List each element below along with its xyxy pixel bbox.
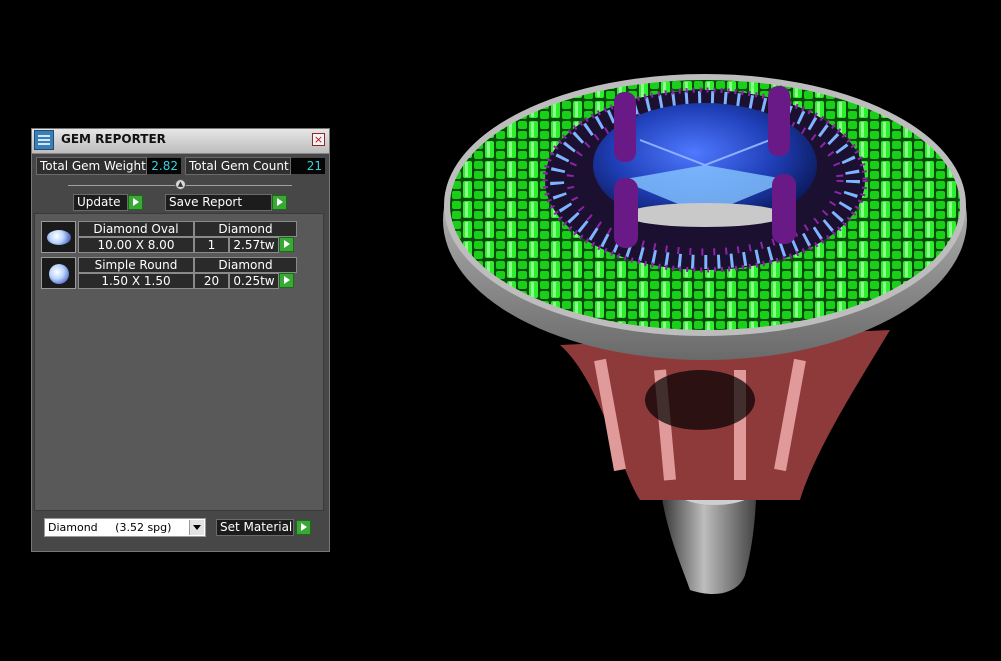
- set-material-button-label: Set Material: [220, 520, 293, 534]
- green-arrow-icon[interactable]: [128, 195, 143, 210]
- oval-gem-thumbnail: [41, 221, 76, 253]
- material-density: (3.52 spg): [115, 521, 172, 534]
- gem-reporter-panel: GEM REPORTER × Total Gem Weight 2.82 Tot…: [31, 128, 330, 552]
- total-gem-count-label: Total Gem Count: [185, 157, 291, 175]
- gem-list[interactable]: Diamond Oval Diamond 10.00 X 8.00 1 2.57…: [34, 213, 324, 511]
- 3d-viewport[interactable]: [340, 0, 1001, 661]
- gem-shape: Simple Round: [78, 257, 194, 273]
- material-dropdown[interactable]: Diamond (3.52 spg): [44, 518, 206, 537]
- green-arrow-icon[interactable]: [279, 273, 294, 288]
- gem-weight: 0.25tw: [229, 273, 279, 289]
- gem-size: 10.00 X 8.00: [78, 237, 194, 253]
- gem-row[interactable]: Diamond Oval Diamond 10.00 X 8.00 1 2.57…: [41, 221, 299, 254]
- green-arrow-icon[interactable]: [272, 195, 287, 210]
- slider-knob[interactable]: ▲: [175, 179, 186, 190]
- material-name: Diamond: [48, 521, 98, 534]
- gem-row[interactable]: Simple Round Diamond 1.50 X 1.50 20 0.25…: [41, 257, 299, 290]
- dropdown-arrow-icon[interactable]: [189, 520, 204, 535]
- round-gem-thumbnail: [41, 257, 76, 289]
- update-button[interactable]: Update: [73, 194, 128, 211]
- update-button-label: Update: [77, 195, 121, 209]
- total-gem-weight-label: Total Gem Weight: [36, 157, 147, 175]
- total-gem-weight-value: 2.82: [147, 158, 181, 174]
- save-report-button[interactable]: Save Report: [165, 194, 272, 211]
- gem-material: Diamond: [194, 221, 297, 237]
- close-icon[interactable]: ×: [312, 133, 325, 146]
- gem-reporter-app-icon: [34, 130, 54, 150]
- gem-size: 1.50 X 1.50: [78, 273, 194, 289]
- gem-count: 1: [194, 237, 229, 253]
- gem-weight: 2.57tw: [229, 237, 279, 253]
- title-bar[interactable]: GEM REPORTER ×: [32, 129, 329, 154]
- green-arrow-icon[interactable]: [296, 520, 311, 535]
- panel-title: GEM REPORTER: [61, 132, 166, 146]
- green-arrow-icon[interactable]: [279, 237, 294, 252]
- total-gem-count-value: 21: [291, 158, 325, 174]
- save-report-button-label: Save Report: [169, 195, 243, 209]
- gem-count: 20: [194, 273, 229, 289]
- gem-shape: Diamond Oval: [78, 221, 194, 237]
- set-material-button[interactable]: Set Material: [216, 519, 294, 536]
- gem-material: Diamond: [194, 257, 297, 273]
